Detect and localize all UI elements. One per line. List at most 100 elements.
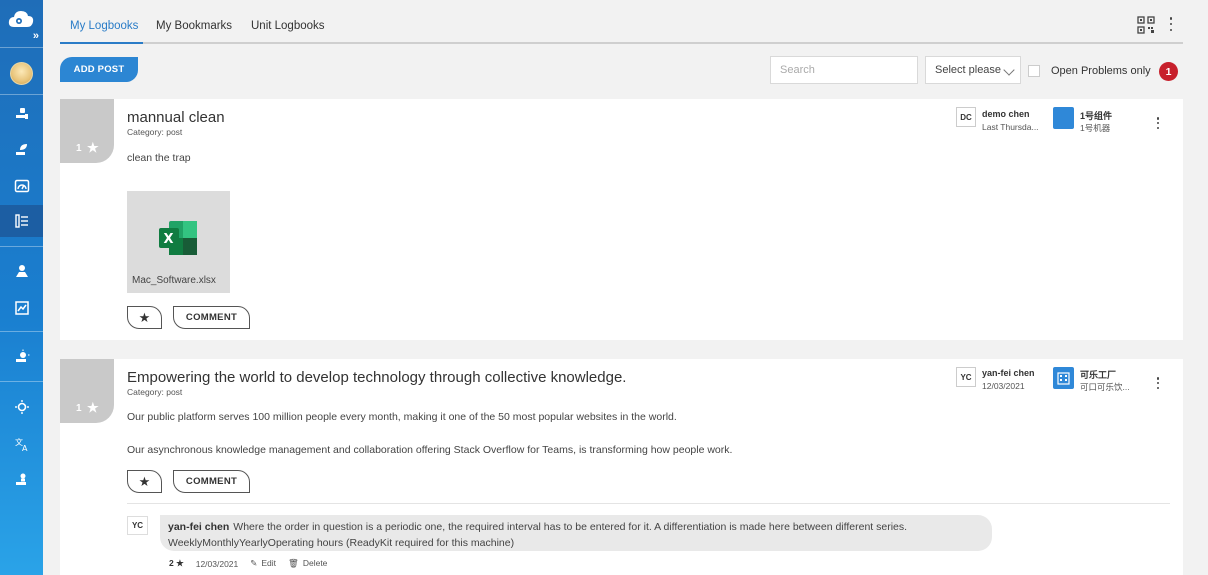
sidebar-item-3[interactable] xyxy=(0,171,43,201)
comment-date: 12/03/2021 xyxy=(195,558,239,569)
pencil-icon: ✎ xyxy=(250,558,258,568)
tab-my-bookmarks[interactable]: My Bookmarks xyxy=(156,20,232,32)
excel-file-icon: X xyxy=(159,221,197,255)
cloud-logo-icon[interactable] xyxy=(8,10,36,40)
sidebar-divider xyxy=(0,381,43,382)
post-title[interactable]: mannual clean xyxy=(127,109,225,126)
rating-box: 1 ★ xyxy=(60,99,114,163)
post-card: 1 ★ Empowering the world to develop tech… xyxy=(60,359,1183,575)
tab-unit-logbooks[interactable]: Unit Logbooks xyxy=(251,20,325,32)
comment-edit-link[interactable]: ✎ Edit xyxy=(250,558,276,569)
post-category: Category: post xyxy=(127,387,183,397)
translate-icon: 文A xyxy=(15,437,28,452)
post-options-icon[interactable] xyxy=(1155,377,1161,389)
sidebar-item-9[interactable]: 文A xyxy=(0,429,43,459)
dashboard-gauge-icon xyxy=(14,179,29,193)
comment-delete-link[interactable]: 🗑 Delete xyxy=(288,558,327,569)
open-problems-count-badge: 1 xyxy=(1159,62,1178,81)
hand-person-icon xyxy=(15,473,26,485)
unit-building-icon xyxy=(1053,367,1074,389)
tab-bar: My Logbooks My Bookmarks Unit Logbooks xyxy=(60,0,1183,44)
logbook-list-icon xyxy=(14,214,28,228)
sidebar-item-5[interactable] xyxy=(0,256,43,286)
star-icon: ★ xyxy=(138,473,151,489)
delete-label: Delete xyxy=(302,558,328,568)
add-post-button[interactable]: ADD POST xyxy=(60,57,138,82)
more-options-icon[interactable] xyxy=(1168,17,1174,31)
select-dropdown[interactable]: Select please xyxy=(925,56,1021,84)
edit-label: Edit xyxy=(261,558,277,568)
sidebar-item-2[interactable] xyxy=(0,135,43,165)
sidebar-divider xyxy=(0,246,43,247)
sidebar: » 文A xyxy=(0,0,43,575)
unit-subtitle: 可口可乐饮... xyxy=(1080,382,1130,392)
hand-leaf-icon xyxy=(15,144,27,155)
author-initials: YC xyxy=(956,367,976,387)
rating-value: 1 xyxy=(76,143,82,154)
expand-sidebar-icon[interactable]: » xyxy=(33,30,39,42)
sidebar-item-10[interactable] xyxy=(0,465,43,495)
comment-bubble: yan-fei chen Where the order in question … xyxy=(160,515,992,551)
chevron-down-icon xyxy=(1003,64,1015,76)
attachment-thumbnail[interactable]: X Mac_Software.xlsx xyxy=(127,191,230,293)
svg-text:A: A xyxy=(22,444,28,452)
comment-rating[interactable]: 2 ★ xyxy=(169,558,184,569)
post-card: 1 ★ mannual clean Category: post clean t… xyxy=(60,99,1183,340)
unit-name[interactable]: 1号组件 xyxy=(1080,109,1112,122)
sidebar-item-7[interactable] xyxy=(0,342,43,372)
sidebar-divider xyxy=(0,47,43,48)
post-date: Last Thursda... xyxy=(982,122,1039,132)
comment-text-line: WeeklyMonthlyYearlyOperating hours (Read… xyxy=(168,537,515,549)
star-icon: ★ xyxy=(87,140,99,155)
author-initials: DC xyxy=(956,107,976,127)
unit-image xyxy=(1053,107,1074,129)
worker-icon xyxy=(15,265,28,277)
post-body: clean the trap xyxy=(127,152,191,164)
star-icon: ★ xyxy=(138,309,151,325)
author-name[interactable]: demo chen xyxy=(982,109,1030,119)
unit-subtitle: 1号机器 xyxy=(1080,123,1111,133)
post-category: Category: post xyxy=(127,127,183,137)
rating-box: 1 ★ xyxy=(60,359,114,423)
open-problems-checkbox[interactable] xyxy=(1028,65,1040,77)
comment-meta: 2 ★ 12/03/2021 ✎ Edit 🗑 Delete xyxy=(169,558,339,569)
sidebar-item-1[interactable] xyxy=(0,99,43,129)
post-body-paragraph: Our asynchronous knowledge management an… xyxy=(127,444,733,456)
author-name[interactable]: yan-fei chen xyxy=(982,368,1035,378)
svg-text:X: X xyxy=(164,232,174,247)
post-body-paragraph: Our public platform serves 100 million p… xyxy=(127,411,677,423)
post-options-icon[interactable] xyxy=(1155,117,1161,129)
main-content: My Logbooks My Bookmarks Unit Logbooks A… xyxy=(43,0,1208,575)
sidebar-item-logbooks[interactable] xyxy=(0,205,43,237)
active-tab-indicator xyxy=(60,42,143,44)
trash-icon: 🗑 xyxy=(288,558,299,568)
comment-author-initials: YC xyxy=(127,516,148,535)
select-value: Select please xyxy=(935,64,1002,76)
sidebar-divider xyxy=(0,94,43,95)
unit-name[interactable]: 可乐工厂 xyxy=(1080,368,1116,381)
hand-light-icon xyxy=(15,349,29,362)
comments-divider xyxy=(127,503,1170,504)
comment-author[interactable]: yan-fei chen xyxy=(168,521,229,533)
comment-button[interactable]: COMMENT xyxy=(173,306,250,329)
post-title[interactable]: Empowering the world to develop technolo… xyxy=(127,369,626,386)
bookmark-star-button[interactable]: ★ xyxy=(127,306,162,329)
qr-code-icon[interactable] xyxy=(1137,16,1155,34)
comment-button[interactable]: COMMENT xyxy=(173,470,250,493)
search-input[interactable] xyxy=(770,56,918,84)
chart-board-icon xyxy=(14,301,29,315)
star-icon: ★ xyxy=(87,400,99,415)
settings-sun-icon xyxy=(14,400,29,414)
sidebar-item-8[interactable] xyxy=(0,392,43,422)
avatar[interactable] xyxy=(10,62,33,85)
hand-gear-icon xyxy=(15,108,28,119)
rating-value: 1 xyxy=(76,403,82,414)
open-problems-label: Open Problems only xyxy=(1051,65,1151,77)
bookmark-star-button[interactable]: ★ xyxy=(127,470,162,493)
comment-text-line: Where the order in question is a periodi… xyxy=(233,521,908,533)
post-date: 12/03/2021 xyxy=(982,381,1025,391)
sidebar-item-6[interactable] xyxy=(0,293,43,323)
tab-my-logbooks[interactable]: My Logbooks xyxy=(70,20,138,32)
sidebar-divider xyxy=(0,331,43,332)
attachment-name: Mac_Software.xlsx xyxy=(132,275,216,286)
